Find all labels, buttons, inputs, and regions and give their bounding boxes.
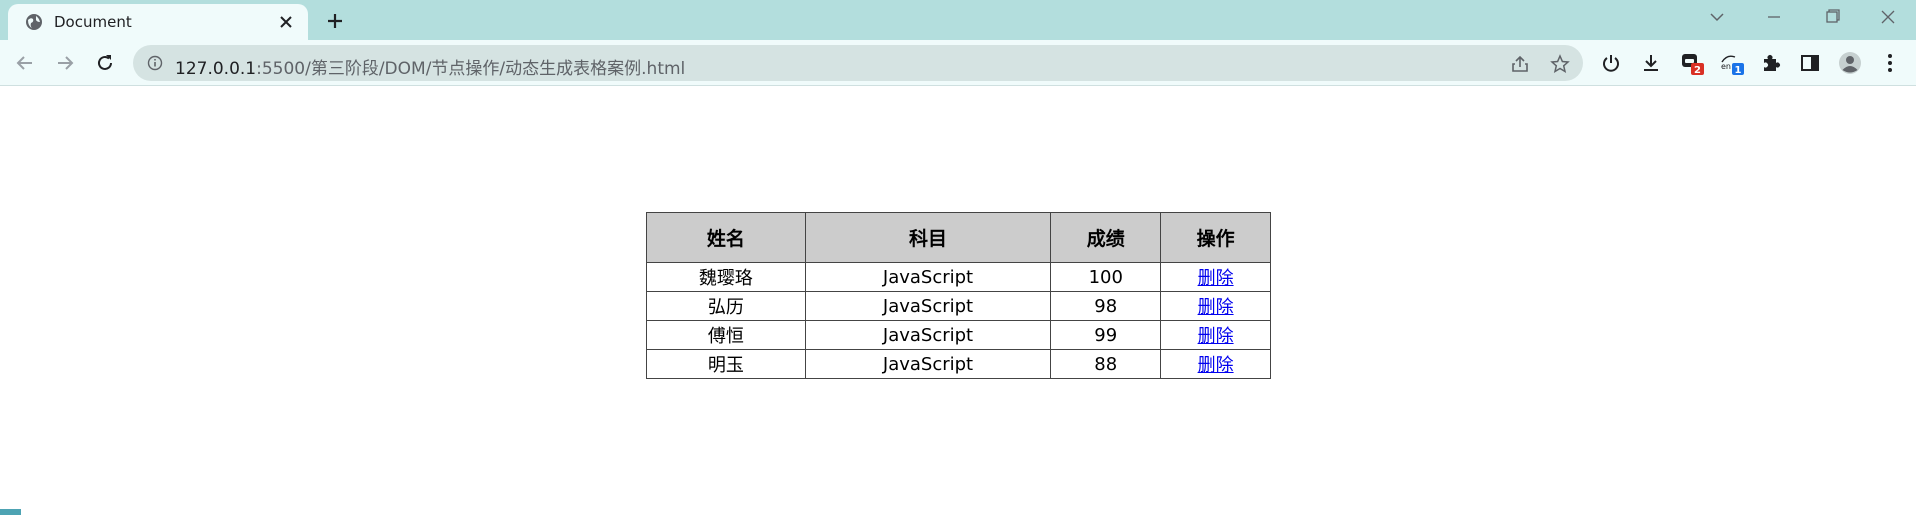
new-tab-plus-icon[interactable] — [322, 8, 348, 34]
cell-subject: JavaScript — [804, 349, 1052, 379]
close-icon[interactable] — [276, 12, 296, 32]
back-arrow-icon[interactable] — [12, 50, 38, 76]
side-panel-icon[interactable] — [1797, 50, 1823, 76]
url-text[interactable]: 127.0.0.1:5500/第三阶段/DOM/节点操作/动态生成表格案例.ht… — [175, 54, 685, 79]
cell-score: 88 — [1050, 349, 1162, 379]
translate-badge-count: 1 — [1735, 65, 1742, 76]
cell-action: 删除 — [1160, 349, 1271, 379]
url-host: 127.0.0.1 — [175, 59, 257, 79]
delete-link[interactable]: 删除 — [1198, 326, 1234, 347]
download-icon[interactable] — [1638, 50, 1664, 76]
header-score: 成绩 — [1050, 212, 1162, 263]
header-action: 操作 — [1160, 212, 1271, 263]
cell-name: 魏璎珞 — [646, 262, 806, 292]
globe-icon — [26, 14, 42, 30]
cell-score: 100 — [1050, 262, 1162, 292]
puzzle-extensions-icon[interactable] — [1758, 50, 1784, 76]
address-bar[interactable]: 127.0.0.1:5500/第三阶段/DOM/节点操作/动态生成表格案例.ht… — [133, 45, 1583, 81]
tab-strip: Document — [0, 0, 1916, 40]
page-content: 姓名 科目 成绩 操作 魏璎珞 JavaScript 100 删除 弘历 Jav… — [0, 87, 1916, 515]
cell-action: 删除 — [1160, 262, 1271, 292]
cell-subject: JavaScript — [804, 320, 1052, 350]
tab-search-chevron-icon[interactable] — [1703, 6, 1731, 28]
browser-toolbar: 127.0.0.1:5500/第三阶段/DOM/节点操作/动态生成表格案例.ht… — [0, 40, 1916, 86]
url-path: :5500/第三阶段/DOM/节点操作/动态生成表格案例.html — [256, 59, 686, 79]
table-header-row: 姓名 科目 成绩 操作 — [646, 212, 1271, 263]
profile-avatar-icon[interactable] — [1837, 50, 1863, 76]
cell-action: 删除 — [1160, 291, 1271, 321]
delete-link[interactable]: 删除 — [1198, 268, 1234, 289]
window-close-icon[interactable] — [1874, 6, 1902, 28]
reload-icon[interactable] — [92, 50, 118, 76]
cell-name: 明玉 — [646, 349, 806, 379]
cell-subject: JavaScript — [804, 262, 1052, 292]
tab-document[interactable]: Document — [8, 4, 308, 40]
cell-name: 弘历 — [646, 291, 806, 321]
table-row: 弘历 JavaScript 98 删除 — [646, 291, 1271, 321]
table-row: 傅恒 JavaScript 99 删除 — [646, 320, 1271, 350]
table-row: 明玉 JavaScript 88 删除 — [646, 349, 1271, 379]
delete-link[interactable]: 删除 — [1198, 297, 1234, 318]
restore-icon[interactable] — [1818, 6, 1846, 28]
tab-title: Document — [54, 13, 132, 31]
extension-badge-count: 2 — [1694, 65, 1701, 76]
kebab-menu-icon[interactable] — [1877, 50, 1903, 76]
cell-score: 99 — [1050, 320, 1162, 350]
minimize-icon[interactable] — [1760, 6, 1788, 28]
score-table: 姓名 科目 成绩 操作 魏璎珞 JavaScript 100 删除 弘历 Jav… — [646, 212, 1271, 379]
cell-score: 98 — [1050, 291, 1162, 321]
scroll-indicator — [0, 509, 21, 515]
cell-subject: JavaScript — [804, 291, 1052, 321]
site-info-icon[interactable] — [147, 55, 163, 71]
translate-extension-icon[interactable]: en 1 — [1719, 50, 1745, 76]
cell-name: 傅恒 — [646, 320, 806, 350]
power-icon[interactable] — [1598, 50, 1624, 76]
share-icon[interactable] — [1509, 53, 1531, 75]
bookmark-star-icon[interactable] — [1549, 53, 1571, 75]
header-name: 姓名 — [646, 212, 806, 263]
table-row: 魏璎珞 JavaScript 100 删除 — [646, 262, 1271, 292]
cell-action: 删除 — [1160, 320, 1271, 350]
translate-label: en — [1721, 62, 1731, 71]
extension-badge-icon[interactable]: 2 — [1679, 50, 1705, 76]
header-subject: 科目 — [804, 212, 1052, 263]
forward-arrow-icon[interactable] — [52, 50, 78, 76]
delete-link[interactable]: 删除 — [1198, 355, 1234, 376]
